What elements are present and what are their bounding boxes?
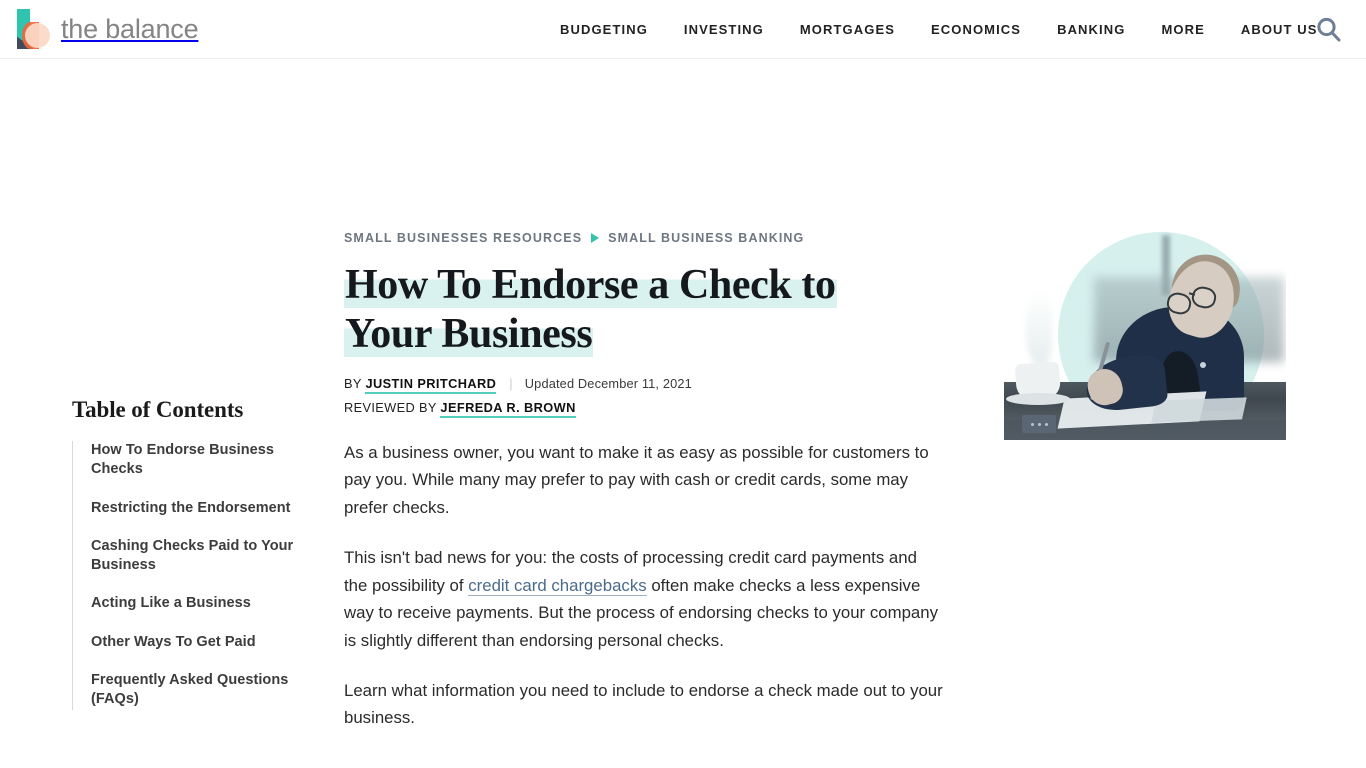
breadcrumb-current[interactable]: SMALL BUSINESS BANKING [608,231,804,245]
article: SMALL BUSINESSES RESOURCES SMALL BUSINES… [344,231,944,768]
byline: BY JUSTIN PRITCHARD | Updated December 1… [344,373,944,419]
nav-item-mortgages[interactable]: MORTGAGES [782,22,913,37]
paragraph-3: Learn what information you need to inclu… [344,677,944,732]
breadcrumb-parent[interactable]: SMALL BUSINESSES RESOURCES [344,231,582,245]
search-icon [1317,17,1341,42]
triangle-right-icon [591,233,600,243]
byline-divider: | [509,376,513,392]
toc-item-acting-like-a-business[interactable]: Acting Like a Business [91,594,297,613]
page-title: How To Endorse a Check to Your Business [344,261,904,359]
hero-image [1004,229,1286,440]
toc-item-faqs[interactable]: Frequently Asked Questions (FAQs) [91,671,297,710]
byline-by-label: BY [344,376,362,392]
paragraph-1-text: As a business owner, you want to make it… [344,442,929,518]
nav-item-more[interactable]: MORE [1143,22,1222,37]
author-link[interactable]: JUSTIN PRITCHARD [365,376,497,395]
reviewer-link[interactable]: JEFREDA R. BROWN [440,400,576,418]
nav-item-budgeting[interactable]: BUDGETING [560,22,666,37]
site-header: the balance BUDGETING INVESTING MORTGAGE… [0,0,1366,59]
page-body: Table of Contents How To Endorse Busines… [0,59,1366,768]
link-credit-card-chargebacks[interactable]: credit card chargebacks [468,575,647,596]
updated-date: Updated December 11, 2021 [524,376,692,392]
search-button[interactable] [1310,11,1348,49]
nav-item-economics[interactable]: ECONOMICS [913,22,1039,37]
page-title-text: How To Endorse a Check to Your Business [344,262,837,358]
hero-person-button [1200,362,1206,368]
toc-item-endorse-business-checks[interactable]: How To Endorse Business Checks [91,441,297,480]
toc-item-other-ways-to-get-paid[interactable]: Other Ways To Get Paid [91,633,297,652]
table-of-contents: Table of Contents How To Endorse Busines… [72,397,297,710]
toc-list: How To Endorse Business Checks Restricti… [72,441,297,710]
brand-logo[interactable]: the balance [14,9,199,49]
nav-item-investing[interactable]: INVESTING [666,22,782,37]
toc-item-cashing-checks[interactable]: Cashing Checks Paid to Your Business [91,537,297,576]
paragraph-2: This isn't bad news for you: the costs o… [344,544,944,655]
reviewed-by-label: REVIEWED BY [344,400,437,415]
hero-paper-secondary [1151,397,1247,423]
nav-item-banking[interactable]: BANKING [1039,22,1143,37]
paragraph-3-text: Learn what information you need to inclu… [344,680,943,728]
reviewed-row: REVIEWED BY JEFREDA R. BROWN [344,397,944,419]
hero-saucer [1006,393,1070,405]
three-dots-badge-icon [1022,415,1056,433]
hero-steam [1026,287,1052,365]
toc-heading: Table of Contents [72,397,244,422]
breadcrumb: SMALL BUSINESSES RESOURCES SMALL BUSINES… [344,231,944,245]
paragraph-1: As a business owner, you want to make it… [344,439,944,522]
balance-logo-mark-icon [14,9,52,49]
toc-item-restricting-endorsement[interactable]: Restricting the Endorsement [91,499,297,518]
primary-navigation: BUDGETING INVESTING MORTGAGES ECONOMICS … [560,0,1336,59]
brand-name: the balance [61,13,199,44]
